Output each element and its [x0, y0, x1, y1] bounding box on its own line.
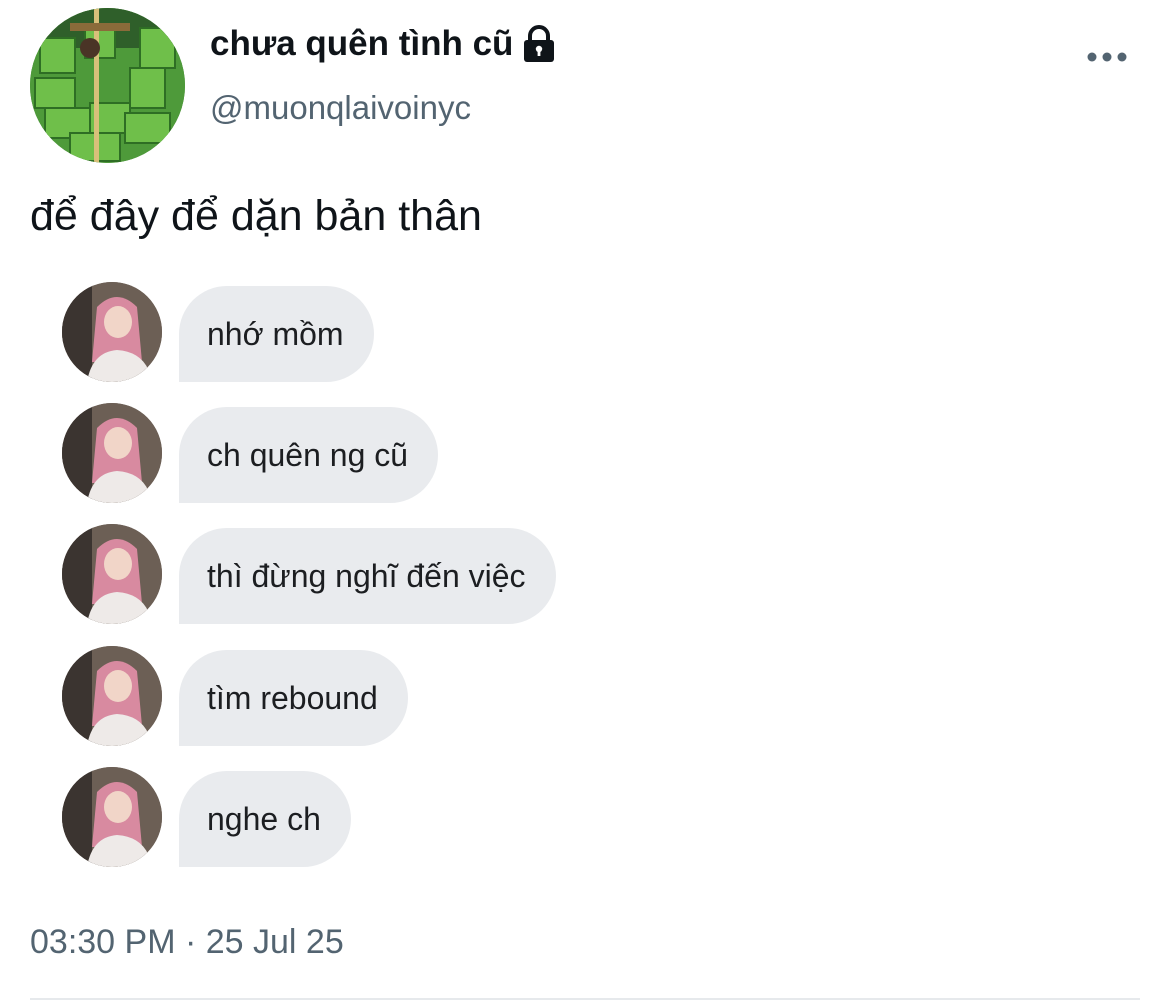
- chat-message-row: tìm rebound: [62, 646, 682, 746]
- author-avatar[interactable]: [30, 8, 185, 163]
- display-name[interactable]: chưa quên tình cũ: [210, 22, 557, 66]
- chat-avatar: [62, 524, 162, 624]
- author-handle[interactable]: @muonqlaivoinyc: [210, 86, 471, 130]
- chat-bubble: nghe ch: [179, 771, 351, 867]
- chat-avatar: [62, 646, 162, 746]
- chat-bubble: thì đừng nghĩ đến việc: [179, 528, 556, 624]
- lock-icon: [524, 25, 555, 62]
- tweet-text: để đây để dặn bản thân: [30, 192, 482, 240]
- chat-bubble: tìm rebound: [179, 650, 408, 746]
- chat-bubble: ch quên ng cũ: [179, 407, 439, 503]
- chat-message-row: thì đừng nghĩ đến việc: [62, 524, 682, 624]
- chat-message-row: ch quên ng cũ: [62, 403, 682, 503]
- tweet-timestamp[interactable]: 03:30 PM · 25 Jul 25: [30, 920, 344, 964]
- chat-bubble: nhớ mồm: [179, 286, 374, 382]
- more-horizontal-icon[interactable]: [1084, 40, 1130, 74]
- display-name-text: chưa quên tình cũ: [210, 24, 514, 63]
- chat-avatar: [62, 403, 162, 503]
- chat-message-row: nhớ mồm: [62, 282, 682, 382]
- chat-avatar: [62, 767, 162, 867]
- divider: [30, 998, 1140, 1000]
- author-avatar-image: [30, 8, 185, 163]
- chat-message-row: nghe ch: [62, 767, 682, 867]
- chat-avatar: [62, 282, 162, 382]
